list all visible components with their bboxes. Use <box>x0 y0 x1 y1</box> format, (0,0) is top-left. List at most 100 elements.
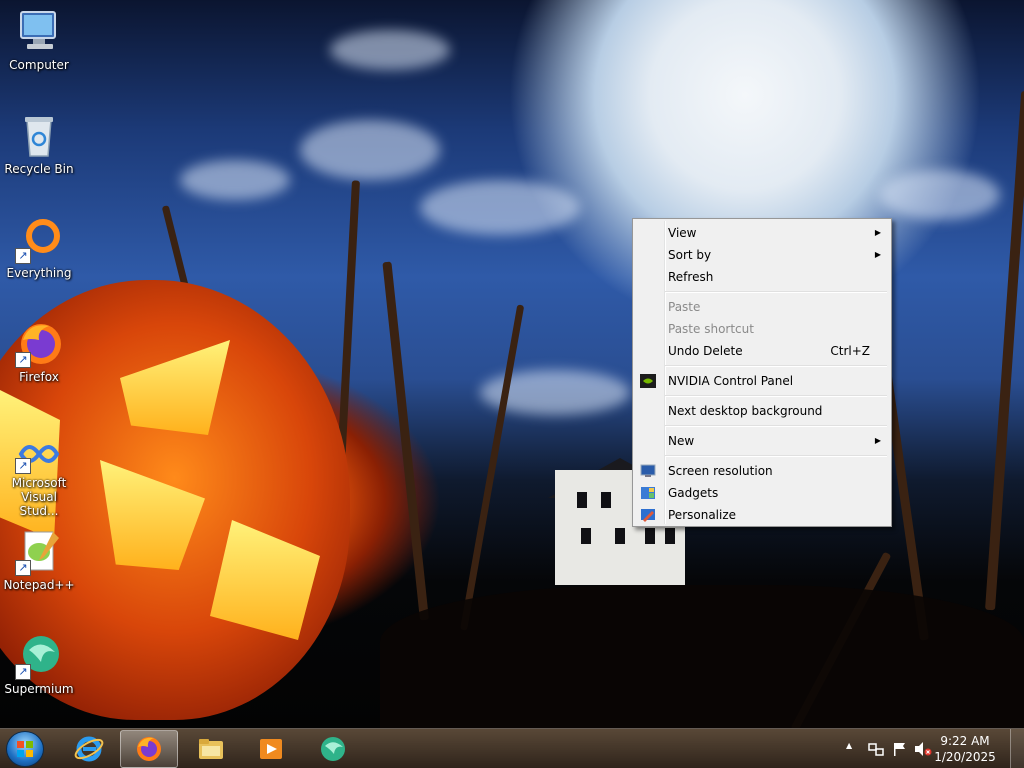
menu-item-paste[interactable]: Paste <box>635 296 889 318</box>
pumpkin-mouth <box>210 520 320 640</box>
desktop-wallpaper[interactable]: Computer Recycle Bin ↗ Everything ↗ Fire… <box>0 0 1024 728</box>
media-player-icon <box>260 739 282 759</box>
menu-item-label: Refresh <box>668 270 714 284</box>
menu-item-next-desktop-background[interactable]: Next desktop background <box>635 400 889 422</box>
desktop-icon-label: Notepad++ <box>3 578 75 592</box>
menu-separator <box>665 422 889 430</box>
taskbar-supermium[interactable] <box>304 730 362 768</box>
menu-item-label: Paste <box>668 300 701 314</box>
taskbar-firefox[interactable] <box>120 730 178 768</box>
windows-logo-icon <box>17 741 33 757</box>
supermium-icon: ↗ <box>15 632 63 680</box>
menu-item-screen-resolution[interactable]: Screen resolution <box>635 460 889 482</box>
menu-item-personalize[interactable]: Personalize <box>635 504 889 526</box>
gadgets-icon <box>640 485 656 501</box>
desktop-icon-supermium[interactable]: ↗ Supermium <box>1 632 77 696</box>
menu-item-paste-shortcut[interactable]: Paste shortcut <box>635 318 889 340</box>
submenu-arrow-icon: ▶ <box>874 436 881 445</box>
desktop-context-menu: View ▶ Sort by ▶ Refresh Paste Paste sho… <box>632 218 892 527</box>
menu-item-label: Next desktop background <box>668 404 823 418</box>
pumpkin-eye <box>120 340 230 435</box>
cloud <box>180 160 290 200</box>
network-icon[interactable] <box>868 741 884 757</box>
house-window <box>577 492 587 508</box>
recycle-bin-icon <box>15 112 63 160</box>
menu-item-refresh[interactable]: Refresh <box>635 266 889 288</box>
cloud <box>880 170 1000 220</box>
desktop-icon-computer[interactable]: Computer <box>1 8 77 72</box>
menu-item-gadgets[interactable]: Gadgets <box>635 482 889 504</box>
supermium-icon <box>321 737 345 761</box>
menu-item-sort-by[interactable]: Sort by ▶ <box>635 244 889 266</box>
house-window <box>581 528 591 544</box>
desktop-icon-label: Everything <box>6 266 72 280</box>
ground-silhouette <box>380 585 1024 728</box>
taskbar-internet-explorer[interactable] <box>60 730 118 768</box>
corn-stalk <box>382 261 429 621</box>
taskbar-media-player[interactable] <box>242 730 300 768</box>
firefox-icon: ↗ <box>15 320 63 368</box>
menu-item-new[interactable]: New ▶ <box>635 430 889 452</box>
screen-resolution-icon <box>640 463 656 479</box>
action-center-flag-icon[interactable] <box>892 741 908 757</box>
house-window <box>665 528 675 544</box>
desktop-icon-visual-studio[interactable]: ↗ Microsoft Visual Stud... <box>1 434 77 518</box>
taskbar-file-explorer[interactable] <box>182 730 240 768</box>
keyboard-shortcut: Ctrl+Z <box>830 344 870 358</box>
desktop-icon-label: Microsoft Visual Stud... <box>11 476 67 518</box>
desktop-icon-label: Firefox <box>19 370 59 384</box>
menu-item-label: Paste shortcut <box>668 322 754 336</box>
menu-separator <box>665 392 889 400</box>
desktop-icon-everything[interactable]: ↗ Everything <box>1 216 77 280</box>
menu-item-view[interactable]: View ▶ <box>635 222 889 244</box>
menu-item-label: Personalize <box>668 508 737 522</box>
shortcut-arrow-icon: ↗ <box>15 458 31 474</box>
firefox-icon <box>137 737 161 761</box>
clock-date: 1/20/2025 <box>934 750 996 764</box>
house-window <box>615 528 625 544</box>
pumpkin-eye <box>100 460 205 570</box>
desktop-icon-label: Computer <box>9 58 69 72</box>
shortcut-arrow-icon: ↗ <box>15 560 31 576</box>
menu-item-undo-delete[interactable]: Undo Delete Ctrl+Z <box>635 340 889 362</box>
internet-explorer-icon <box>74 736 104 762</box>
personalize-icon <box>640 507 656 523</box>
menu-item-label: Sort by <box>668 248 712 262</box>
notification-area: ▲ <box>844 729 934 768</box>
taskbar: ▲ 9:22 AM 1/20/2025 <box>0 728 1024 768</box>
menu-item-label: View <box>668 226 697 240</box>
desktop-icon-firefox[interactable]: ↗ Firefox <box>1 320 77 384</box>
submenu-arrow-icon: ▶ <box>874 250 881 259</box>
start-button[interactable] <box>6 731 44 767</box>
shortcut-arrow-icon: ↗ <box>15 248 31 264</box>
desktop-icon-label: Recycle Bin <box>4 162 74 176</box>
show-hidden-icons-arrow[interactable]: ▲ <box>846 741 852 750</box>
menu-item-label: Undo Delete <box>668 344 743 358</box>
menu-separator <box>665 362 889 370</box>
notepad-plus-plus-icon: ↗ <box>15 528 63 576</box>
clock-time: 9:22 AM <box>940 734 990 748</box>
system-clock[interactable]: 9:22 AM 1/20/2025 <box>930 733 1000 765</box>
corn-stalk <box>985 90 1024 611</box>
desktop-icon-label: Supermium <box>4 682 74 696</box>
menu-item-nvidia-control-panel[interactable]: NVIDIA Control Panel <box>635 370 889 392</box>
file-explorer-icon <box>199 739 223 759</box>
corn-stalk <box>460 304 525 631</box>
menu-item-label: Gadgets <box>668 486 719 500</box>
cloud <box>300 120 440 180</box>
desktop-icon-recycle-bin[interactable]: Recycle Bin <box>1 112 77 176</box>
nvidia-icon <box>640 373 656 389</box>
cloud <box>420 180 580 235</box>
show-desktop-button[interactable] <box>1010 729 1024 768</box>
desktop-icon-notepad-plus-plus[interactable]: ↗ Notepad++ <box>1 528 77 592</box>
cloud <box>330 30 450 70</box>
menu-separator <box>665 452 889 460</box>
everything-icon: ↗ <box>15 216 63 264</box>
menu-item-label: NVIDIA Control Panel <box>668 374 794 388</box>
shortcut-arrow-icon: ↗ <box>15 352 31 368</box>
menu-item-label: Screen resolution <box>668 464 773 478</box>
menu-separator <box>665 288 889 296</box>
shortcut-arrow-icon: ↗ <box>15 664 31 680</box>
house-window <box>601 492 611 508</box>
computer-icon <box>15 8 63 56</box>
